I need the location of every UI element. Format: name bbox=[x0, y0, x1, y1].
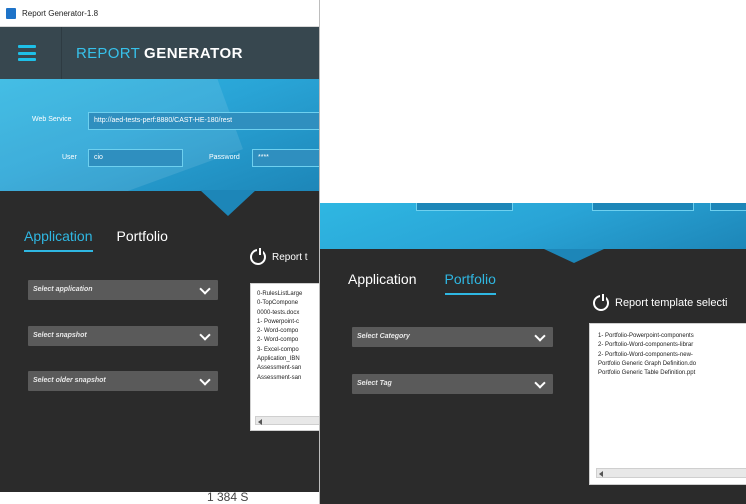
list-item[interactable]: Assessment-san bbox=[257, 374, 319, 383]
list-item[interactable]: Application_IBN bbox=[257, 355, 319, 364]
list-item[interactable]: Portfolio Generic Graph Definition.do bbox=[598, 360, 746, 369]
tab-application[interactable]: Application bbox=[348, 271, 417, 295]
connection-panel-bottom bbox=[320, 203, 746, 249]
user-input-edge bbox=[416, 203, 513, 211]
select-snapshot-dropdown[interactable]: Select snapshot bbox=[28, 326, 218, 346]
list-item[interactable]: 2- Word-compo bbox=[257, 327, 319, 336]
list-item[interactable]: Portfolio Generic Table Definition.ppt bbox=[598, 369, 746, 378]
app-header: REPORT GENERATOR bbox=[0, 27, 319, 79]
select-older-snapshot-dropdown[interactable]: Select older snapshot bbox=[28, 371, 218, 391]
connection-panel: Web Service http://aed-tests-perf:8880/C… bbox=[0, 79, 319, 191]
horizontal-scrollbar[interactable] bbox=[596, 468, 746, 478]
list-item[interactable]: 1- Powerpoint-c bbox=[257, 318, 319, 327]
list-item[interactable]: 0000-tests.docx bbox=[257, 309, 319, 318]
chevron-down-icon bbox=[200, 331, 210, 341]
screenshot-root: Report Generator-1.8 REPORT GENERATOR Web… bbox=[0, 0, 746, 504]
list-item[interactable]: 0-RulesListLarge bbox=[257, 290, 319, 299]
select-category-dropdown[interactable]: Select Category bbox=[352, 327, 553, 347]
select-tag-label: Select Tag bbox=[357, 380, 392, 387]
user-label: User bbox=[62, 154, 77, 161]
select-tag-dropdown[interactable]: Select Tag bbox=[352, 374, 553, 394]
select-older-snapshot-label: Select older snapshot bbox=[33, 377, 106, 384]
header-divider bbox=[61, 27, 62, 79]
brand-light: REPORT bbox=[76, 44, 141, 62]
user-input[interactable]: cio bbox=[88, 149, 183, 167]
brand-title: REPORT GENERATOR bbox=[76, 45, 243, 62]
panel-notch bbox=[544, 249, 604, 263]
list-item[interactable]: 0-TopCompone bbox=[257, 299, 319, 308]
window-title: Report Generator-1.8 bbox=[22, 8, 99, 18]
report-template-title: Report t bbox=[272, 251, 308, 263]
tab-portfolio[interactable]: Portfolio bbox=[444, 271, 496, 295]
report-generator-window-portfolio: Application Portfolio Select Category Se… bbox=[320, 203, 746, 504]
select-application-dropdown[interactable]: Select application bbox=[28, 280, 218, 300]
extra-input-edge bbox=[710, 203, 746, 211]
report-template-list[interactable]: 1- Portfolio-Powerpoint-components 2- Po… bbox=[589, 323, 746, 485]
chevron-down-icon bbox=[535, 332, 545, 342]
arrow-left-icon[interactable] bbox=[258, 419, 262, 425]
menu-icon[interactable] bbox=[18, 45, 36, 61]
password-input[interactable]: **** bbox=[252, 149, 319, 167]
chevron-down-icon bbox=[200, 285, 210, 295]
window-bottom-strip bbox=[0, 486, 319, 504]
power-icon[interactable] bbox=[593, 294, 609, 311]
list-item[interactable]: 1- Portfolio-Powerpoint-components bbox=[598, 332, 746, 341]
background-text: 1 384 S bbox=[207, 490, 249, 504]
power-icon[interactable] bbox=[250, 248, 266, 265]
select-application-label: Select application bbox=[33, 286, 93, 293]
password-label: Password bbox=[209, 154, 240, 161]
web-service-label: Web Service bbox=[32, 116, 72, 123]
report-template-title: Report template selecti bbox=[615, 297, 728, 309]
window-titlebar: Report Generator-1.8 bbox=[0, 0, 319, 27]
arrow-left-icon[interactable] bbox=[599, 471, 603, 477]
tab-portfolio[interactable]: Portfolio bbox=[117, 228, 168, 252]
select-category-label: Select Category bbox=[357, 333, 410, 340]
brand-bold: GENERATOR bbox=[144, 44, 243, 62]
list-item[interactable]: Assessment-san bbox=[257, 364, 319, 373]
report-template-header: Report t bbox=[250, 248, 308, 265]
list-item[interactable]: 3- Excel-compo bbox=[257, 346, 319, 355]
list-item[interactable]: 2- Porftolio-Word-components-new- bbox=[598, 351, 746, 360]
list-item[interactable]: 2- Porftolio-Word-components-librar bbox=[598, 341, 746, 350]
tab-bar: Application Portfolio bbox=[24, 228, 168, 252]
report-generator-window-application: Report Generator-1.8 REPORT GENERATOR Web… bbox=[0, 0, 320, 504]
app-icon bbox=[6, 7, 16, 19]
password-input-edge bbox=[592, 203, 694, 211]
horizontal-scrollbar[interactable] bbox=[255, 416, 319, 425]
report-template-list[interactable]: 0-RulesListLarge 0-TopCompone 0000-tests… bbox=[250, 283, 319, 431]
list-item[interactable]: 2- Word-compo bbox=[257, 336, 319, 345]
web-service-input[interactable]: http://aed-tests-perf:8880/CAST-HE-180/r… bbox=[88, 112, 319, 130]
tab-bar: Application Portfolio bbox=[348, 271, 496, 295]
select-snapshot-label: Select snapshot bbox=[33, 332, 87, 339]
report-template-header: Report template selecti bbox=[593, 294, 728, 311]
panel-notch bbox=[200, 190, 256, 216]
chevron-down-icon bbox=[200, 376, 210, 386]
chevron-down-icon bbox=[535, 379, 545, 389]
tab-application[interactable]: Application bbox=[24, 228, 93, 252]
